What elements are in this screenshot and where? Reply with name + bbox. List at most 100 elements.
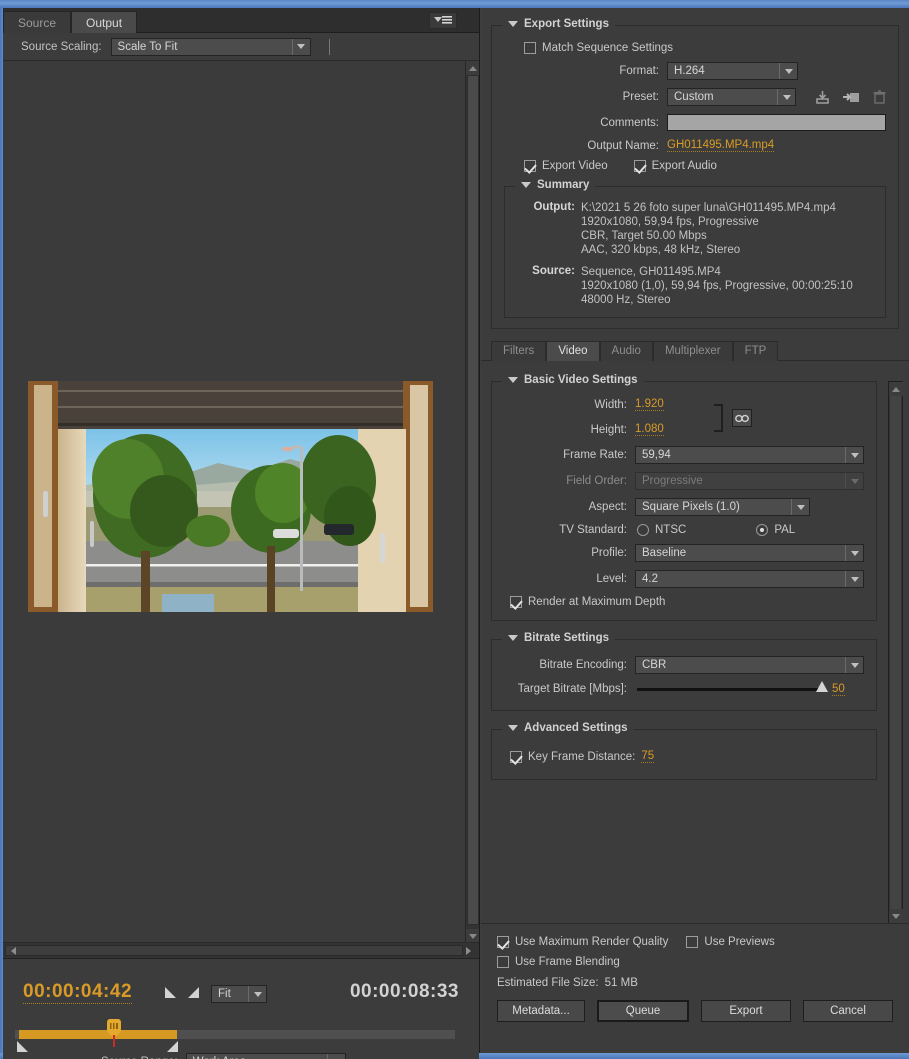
export-button[interactable]: Export bbox=[701, 1000, 791, 1022]
cancel-button[interactable]: Cancel bbox=[803, 1000, 893, 1022]
match-sequence-settings-checkbox[interactable] bbox=[524, 42, 536, 54]
tab-video[interactable]: Video bbox=[546, 341, 600, 361]
export-settings-header[interactable]: Export Settings bbox=[502, 18, 615, 30]
tab-ftp[interactable]: FTP bbox=[732, 341, 779, 361]
scroll-left-icon[interactable] bbox=[6, 944, 20, 958]
basic-video-settings-header[interactable]: Basic Video Settings bbox=[502, 374, 644, 386]
width-label: Width: bbox=[594, 398, 627, 411]
tv-standard-ntsc-radio[interactable] bbox=[637, 524, 649, 536]
slider-knob[interactable] bbox=[816, 680, 828, 692]
zoom-level-dropdown[interactable]: Fit bbox=[211, 985, 267, 1003]
queue-button[interactable]: Queue bbox=[597, 1000, 690, 1022]
scroll-down-icon[interactable] bbox=[466, 929, 479, 942]
tab-source[interactable]: Source bbox=[3, 11, 72, 33]
set-in-point-icon[interactable] bbox=[165, 987, 176, 998]
scroll-up-icon[interactable] bbox=[889, 382, 903, 396]
summary-output-line: CBR, Target 50.00 Mbps bbox=[581, 230, 707, 242]
summary-header[interactable]: Summary bbox=[515, 179, 596, 191]
scrub-bar[interactable] bbox=[15, 1019, 455, 1052]
work-area-in-handle[interactable] bbox=[17, 1041, 28, 1052]
frame-rate-dropdown[interactable]: 59,94 bbox=[635, 446, 864, 464]
zoom-level-value: Fit bbox=[218, 988, 231, 1000]
scroll-down-icon[interactable] bbox=[889, 909, 903, 923]
chevron-down-icon bbox=[791, 499, 809, 515]
set-out-point-icon[interactable] bbox=[188, 987, 199, 998]
source-scaling-dropdown[interactable]: Scale To Fit bbox=[110, 37, 311, 56]
link-aspect-ratio-icon[interactable] bbox=[732, 409, 752, 427]
tab-filters[interactable]: Filters bbox=[491, 341, 547, 361]
summary-section: Summary Output: K:\2021 5 26 foto super … bbox=[504, 179, 886, 318]
import-preset-icon[interactable] bbox=[843, 90, 860, 105]
tab-audio[interactable]: Audio bbox=[599, 341, 653, 361]
disclosure-triangle-icon[interactable] bbox=[508, 21, 518, 27]
format-dropdown[interactable]: H.264 bbox=[667, 62, 798, 80]
profile-label: Profile: bbox=[591, 547, 627, 559]
tv-standard-label: TV Standard: bbox=[559, 524, 627, 536]
export-settings-title: Export Settings bbox=[524, 18, 609, 30]
export-audio-checkbox[interactable] bbox=[633, 160, 646, 172]
export-footer: Use Maximum Render Quality Use Previews … bbox=[481, 923, 909, 1053]
bitrate-settings-header[interactable]: Bitrate Settings bbox=[502, 632, 615, 644]
export-video-checkbox[interactable] bbox=[524, 160, 536, 172]
preset-dropdown[interactable]: Custom bbox=[667, 88, 796, 106]
key-frame-distance-checkbox[interactable] bbox=[510, 750, 522, 763]
summary-source-line: 1920x1080 (1,0), 59,94 fps, Progressive,… bbox=[581, 280, 853, 292]
settings-vertical-scrollbar[interactable] bbox=[888, 381, 903, 924]
target-bitrate-value[interactable]: 50 bbox=[832, 683, 845, 696]
scrollbar-thumb[interactable] bbox=[467, 75, 479, 925]
comments-input[interactable] bbox=[667, 114, 886, 131]
key-frame-distance-value[interactable]: 75 bbox=[641, 750, 655, 763]
chevron-down-icon bbox=[777, 89, 795, 105]
preview-vertical-scrollbar[interactable] bbox=[465, 61, 479, 942]
bitrate-settings-title: Bitrate Settings bbox=[524, 632, 609, 644]
bitrate-encoding-dropdown[interactable]: CBR bbox=[635, 656, 864, 674]
target-bitrate-slider[interactable] bbox=[637, 680, 828, 696]
scrollbar-thumb[interactable] bbox=[890, 396, 901, 909]
frame-rate-value: 59,94 bbox=[642, 449, 671, 461]
disclosure-triangle-icon[interactable] bbox=[508, 725, 518, 731]
bitrate-encoding-value: CBR bbox=[642, 659, 667, 671]
format-value: H.264 bbox=[674, 65, 705, 77]
playhead-handle[interactable] bbox=[107, 1019, 121, 1047]
output-name-link[interactable]: GH011495.MP4.mp4 bbox=[667, 139, 775, 152]
disclosure-triangle-icon[interactable] bbox=[521, 182, 531, 188]
advanced-settings-header[interactable]: Advanced Settings bbox=[502, 722, 634, 734]
scroll-right-icon[interactable] bbox=[461, 944, 475, 958]
level-dropdown[interactable]: 4.2 bbox=[635, 570, 864, 588]
summary-output-line: 1920x1080, 59,94 fps, Progressive bbox=[581, 216, 759, 228]
tab-multiplexer[interactable]: Multiplexer bbox=[652, 341, 733, 361]
aspect-dropdown[interactable]: Square Pixels (1.0) bbox=[635, 498, 810, 516]
delete-preset-icon[interactable] bbox=[873, 89, 886, 105]
save-preset-icon[interactable] bbox=[815, 90, 830, 105]
tv-standard-pal-label: PAL bbox=[774, 524, 796, 536]
scrollbar-track[interactable] bbox=[5, 945, 463, 956]
current-timecode[interactable]: 00:00:04:42 bbox=[23, 981, 133, 1004]
scroll-up-icon[interactable] bbox=[466, 61, 479, 75]
use-max-render-quality-checkbox[interactable] bbox=[497, 936, 509, 948]
profile-dropdown[interactable]: Baseline bbox=[635, 544, 864, 562]
aspect-value: Square Pixels (1.0) bbox=[642, 501, 740, 513]
basic-video-settings-section: Basic Video Settings Width: 1.920 Height… bbox=[491, 374, 877, 621]
width-value[interactable]: 1.920 bbox=[635, 398, 664, 411]
tab-output[interactable]: Output bbox=[71, 11, 138, 33]
preview-horizontal-scrollbar[interactable] bbox=[3, 943, 479, 959]
work-area-out-handle[interactable] bbox=[167, 1041, 178, 1052]
use-frame-blending-checkbox[interactable] bbox=[497, 956, 509, 968]
use-previews-checkbox[interactable] bbox=[686, 936, 699, 948]
aspect-label: Aspect: bbox=[588, 501, 627, 513]
slider-track[interactable] bbox=[637, 680, 828, 692]
metadata-button[interactable]: Metadata... bbox=[497, 1000, 586, 1022]
disclosure-triangle-icon[interactable] bbox=[508, 635, 518, 641]
source-range-dropdown[interactable]: Work Area bbox=[185, 1053, 346, 1059]
work-area-bar[interactable] bbox=[19, 1030, 177, 1039]
export-audio-label: Export Audio bbox=[651, 160, 717, 172]
render-max-depth-checkbox[interactable] bbox=[510, 596, 522, 608]
video-preview-area[interactable] bbox=[3, 61, 479, 943]
chevron-down-icon bbox=[845, 473, 863, 489]
aspect-link-bracket bbox=[714, 404, 723, 432]
bitrate-encoding-label: Bitrate Encoding: bbox=[539, 659, 627, 671]
panel-menu-icon[interactable] bbox=[429, 12, 457, 29]
height-value[interactable]: 1.080 bbox=[635, 423, 664, 436]
disclosure-triangle-icon[interactable] bbox=[508, 377, 518, 383]
tv-standard-pal-radio[interactable] bbox=[756, 524, 769, 536]
